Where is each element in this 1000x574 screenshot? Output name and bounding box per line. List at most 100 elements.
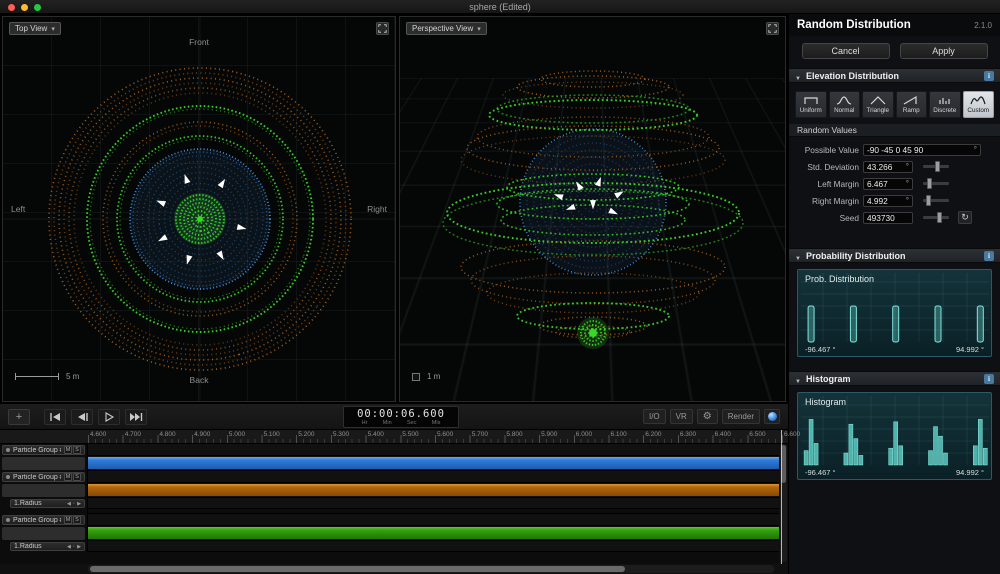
track-bar-row [0, 526, 779, 541]
track-bar-row [0, 483, 779, 498]
solo-button[interactable]: S [73, 516, 81, 524]
ruler-tick-label: 4.700 [125, 431, 141, 438]
collapsed-plate[interactable] [2, 527, 85, 540]
track-bullet-icon [6, 518, 10, 522]
x-max-label: 94.992 ° [956, 345, 984, 354]
collapsed-plate[interactable] [2, 484, 85, 497]
track-lane[interactable] [88, 514, 779, 526]
apply-button[interactable]: Apply [900, 43, 988, 59]
track-lane[interactable] [88, 444, 779, 456]
track-header-cell: Particle Group #1 copy M S [0, 514, 88, 526]
track-lane[interactable] [88, 526, 779, 541]
std-deviation-input[interactable]: 43.266 ° [863, 161, 913, 173]
solo-button[interactable]: S [73, 446, 81, 454]
prev-keyframe-icon[interactable] [67, 501, 71, 507]
ruler-tick-label: 5.600 [437, 431, 453, 438]
collapsed-plate[interactable] [2, 457, 85, 470]
probability-section-header[interactable]: Probability Distribution [789, 248, 1000, 263]
render-button[interactable]: Render [722, 409, 760, 424]
render-sphere-icon[interactable] [764, 409, 780, 424]
mute-button[interactable]: M [64, 516, 72, 524]
param-lane[interactable] [88, 541, 779, 552]
param-header-radius-2[interactable]: 1.Radius [10, 542, 85, 551]
timeline-ruler[interactable]: 4.600 4.700 4.800 4.900 5.000 5.100 5.200 5.300… [0, 430, 788, 444]
mute-solo: M S [64, 516, 81, 524]
next-keyframe-icon[interactable] [77, 501, 81, 507]
left-margin-input[interactable]: 6.467 ° [863, 178, 913, 190]
slider-knob[interactable] [937, 212, 942, 223]
dist-button-uniform[interactable]: Uniform [795, 91, 827, 118]
playhead[interactable] [781, 430, 782, 564]
step-back-icon [75, 412, 89, 422]
scale-checkbox[interactable] [412, 373, 420, 381]
scrollbar-thumb[interactable] [90, 566, 625, 572]
zoom-window-button[interactable] [34, 4, 41, 11]
slider-knob[interactable] [926, 195, 931, 206]
gear-icon[interactable] [697, 409, 718, 424]
track-bar-orange[interactable] [88, 484, 779, 496]
track-bar-blue[interactable] [88, 457, 779, 469]
traffic-lights [8, 4, 41, 11]
slider-knob[interactable] [927, 178, 932, 189]
info-icon[interactable] [984, 374, 994, 384]
right-margin-slider[interactable] [923, 199, 949, 202]
top-view-viewport[interactable]: Front Left Right Back Top View 5 m [2, 16, 396, 402]
x-min-label: -96.467 ° [805, 468, 836, 477]
seed-input[interactable]: 493730 [863, 212, 913, 224]
track-header-particle-group-1[interactable]: Particle Group #1 M S [2, 445, 85, 455]
cancel-button[interactable]: Cancel [802, 43, 890, 59]
step-back-button[interactable] [71, 409, 93, 425]
solo-button[interactable]: S [73, 473, 81, 481]
close-window-button[interactable] [8, 4, 15, 11]
possible-value-input[interactable]: -90 -45 0 45 90 ° [863, 144, 981, 156]
play-button[interactable] [98, 409, 120, 425]
reseed-button[interactable] [958, 211, 972, 224]
seed-slider[interactable] [923, 216, 949, 219]
track-list: Particle Group #1 M S Part [0, 444, 779, 564]
info-icon[interactable] [984, 71, 994, 81]
slider-knob[interactable] [935, 161, 940, 172]
track-lane[interactable] [88, 471, 779, 483]
dist-button-triangle[interactable]: Triangle [862, 91, 894, 118]
next-keyframe-icon[interactable] [77, 544, 81, 550]
track-header-cell: 1.Radius [0, 498, 88, 509]
std-deviation-slider[interactable] [923, 165, 949, 168]
track-lane[interactable] [88, 456, 779, 471]
field-value: 493730 [867, 213, 895, 223]
track-header-particle-group-1-copy[interactable]: Particle Group #1 copy M S [2, 472, 85, 482]
vr-button[interactable]: VR [670, 409, 693, 424]
top-view-selector[interactable]: Top View [9, 22, 61, 35]
fast-forward-button[interactable] [125, 409, 147, 425]
dist-button-discrete[interactable]: Discrete [929, 91, 961, 118]
minimize-window-button[interactable] [21, 4, 28, 11]
mute-button[interactable]: M [64, 446, 72, 454]
perspective-scalebar: 1 m [412, 372, 440, 381]
param-header-radius[interactable]: 1.Radius [10, 499, 85, 508]
param-lane[interactable] [88, 498, 779, 509]
histogram-section-header[interactable]: Histogram [789, 371, 1000, 386]
prev-keyframe-icon[interactable] [67, 544, 71, 550]
io-button[interactable]: I/O [643, 409, 666, 424]
expand-viewport-button[interactable] [766, 22, 779, 35]
dist-button-normal[interactable]: Normal [829, 91, 861, 118]
perspective-view-canvas[interactable] [400, 17, 786, 402]
perspective-view-selector[interactable]: Perspective View [406, 22, 487, 35]
right-margin-input[interactable]: 4.992 ° [863, 195, 913, 207]
timeline-panel: 00:00:06.600 Hr Min Sec Mls I/O VR Rende… [0, 404, 788, 574]
horizontal-scrollbar[interactable] [88, 565, 774, 573]
top-view-canvas[interactable] [3, 17, 396, 402]
track-header-particle-group-1-copy-2[interactable]: Particle Group #1 copy M S [2, 515, 85, 525]
dist-button-ramp[interactable]: Ramp [896, 91, 928, 118]
elevation-section-header[interactable]: Elevation Distribution [789, 68, 1000, 83]
add-button[interactable] [8, 409, 30, 425]
left-margin-slider[interactable] [923, 182, 949, 185]
perspective-viewport[interactable]: Perspective View 1 m [399, 16, 786, 402]
dist-button-custom[interactable]: Custom [963, 91, 995, 118]
mute-button[interactable]: M [64, 473, 72, 481]
track-bar-green[interactable] [88, 527, 779, 539]
info-icon[interactable] [984, 251, 994, 261]
track-lane[interactable] [88, 483, 779, 498]
expand-viewport-button[interactable] [376, 22, 389, 35]
skip-to-start-button[interactable] [44, 409, 66, 425]
track-header-cell: Particle Group #1 copy M S [0, 471, 88, 483]
